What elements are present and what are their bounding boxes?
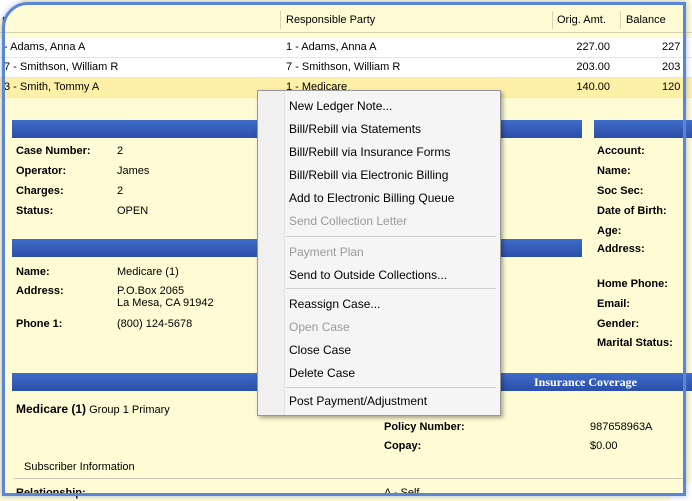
insurer-name-value: Medicare (1) <box>117 266 179 278</box>
column-divider[interactable] <box>280 11 281 29</box>
row-patient: 7 - Smithson, William R <box>4 61 119 73</box>
row-orig-amt: 140.00 <box>576 81 610 93</box>
relationship-value: A - Self <box>384 487 420 499</box>
menu-item-bill-via-electronic-billing[interactable]: Bill/Rebill via Electronic Billing <box>289 168 448 182</box>
row-orig-amt: 203.00 <box>576 61 610 73</box>
row-responsible-party: 7 - Smithson, William R <box>286 61 401 73</box>
column-header-responsible-party[interactable]: Responsible Party <box>286 14 375 26</box>
row-patient: - Adams, Anna A <box>4 41 86 53</box>
relationship-label: Relationship: <box>16 487 86 499</box>
menu-item-delete-case[interactable]: Delete Case <box>289 366 355 380</box>
account-label: Account: <box>597 145 645 157</box>
ledger-window: t Responsible Party Orig. Amt. Balance -… <box>0 0 692 501</box>
coverage-plan-detail: Group 1 Primary <box>89 404 170 416</box>
marital-status-label: Marital Status: <box>597 337 673 349</box>
charges-label: Charges: <box>16 185 64 197</box>
operator-label: Operator: <box>16 165 67 177</box>
menu-separator <box>286 236 496 237</box>
insurer-address-label: Address: <box>16 285 64 297</box>
email-label: Email: <box>597 298 631 310</box>
policy-number-label: Policy Number: <box>384 421 465 433</box>
row-balance: 203 <box>662 61 681 73</box>
menu-item-open-case: Open Case <box>289 320 350 334</box>
case-number-value: 2 <box>117 145 124 157</box>
insurer-address-line2: La Mesa, CA 91942 <box>117 297 214 309</box>
table-row[interactable]: - Adams, Anna A 1 - Adams, Anna A 227.00… <box>0 38 692 58</box>
policy-number-value: 987658963A <box>590 421 653 433</box>
column-divider[interactable] <box>620 11 621 29</box>
insurer-phone-label: Phone 1: <box>16 318 63 330</box>
menu-item-bill-via-statements[interactable]: Bill/Rebill via Statements <box>289 122 421 136</box>
context-menu: New Ledger Note... Bill/Rebill via State… <box>257 90 501 416</box>
column-header-orig-amt[interactable]: Orig. Amt. <box>557 14 606 26</box>
menu-item-payment-plan: Payment Plan <box>289 245 364 259</box>
column-header-balance[interactable]: Balance <box>626 14 666 26</box>
menu-separator <box>286 288 496 289</box>
status-label: Status: <box>16 205 54 217</box>
menu-item-close-case[interactable]: Close Case <box>289 343 351 357</box>
insurance-coverage-title: Insurance Coverage <box>534 375 637 389</box>
row-balance: 120 <box>662 81 681 93</box>
menu-item-send-to-outside-collections[interactable]: Send to Outside Collections... <box>289 268 447 282</box>
menu-icon-gutter <box>258 91 285 415</box>
copay-value: $0.00 <box>590 440 618 452</box>
subscriber-information-header: Subscriber Information <box>24 461 135 473</box>
table-row[interactable]: 7 - Smithson, William R 7 - Smithson, Wi… <box>0 58 692 78</box>
case-number-label: Case Number: <box>16 145 91 157</box>
menu-item-send-collection-letter: Send Collection Letter <box>289 214 408 228</box>
menu-item-add-to-electronic-billing-queue[interactable]: Add to Electronic Billing Queue <box>289 191 454 205</box>
patient-section-bar <box>594 120 692 138</box>
gender-label: Gender: <box>597 318 640 330</box>
menu-item-bill-via-insurance-forms[interactable]: Bill/Rebill via Insurance Forms <box>289 145 450 159</box>
coverage-plan[interactable]: Medicare (1) Group 1 Primary <box>16 402 170 416</box>
column-divider[interactable] <box>552 11 553 29</box>
copay-label: Copay: <box>384 440 422 452</box>
soc-sec-label: Soc Sec: <box>597 185 644 197</box>
insurer-name-label: Name: <box>16 266 50 278</box>
grid-header: t Responsible Party Orig. Amt. Balance <box>0 8 692 33</box>
menu-item-new-ledger-note[interactable]: New Ledger Note... <box>289 99 392 113</box>
menu-item-post-payment-adjustment[interactable]: Post Payment/Adjustment <box>289 394 427 408</box>
age-label: Age: <box>597 225 622 237</box>
row-responsible-party: 1 - Adams, Anna A <box>286 41 377 53</box>
row-orig-amt: 227.00 <box>576 41 610 53</box>
home-phone-label: Home Phone: <box>597 278 668 290</box>
dob-label: Date of Birth: <box>597 205 667 217</box>
status-value: OPEN <box>117 205 149 217</box>
menu-separator <box>286 387 496 388</box>
column-header-patient[interactable]: t <box>2 14 5 26</box>
charges-value: 2 <box>117 185 124 197</box>
operator-value: James <box>117 165 150 177</box>
insurer-phone-value: (800) 124-5678 <box>117 318 193 330</box>
patient-name-label: Name: <box>597 165 631 177</box>
row-balance: 227 <box>662 41 681 53</box>
row-patient: 3 - Smith, Tommy A <box>4 81 100 93</box>
divider <box>14 478 684 479</box>
menu-item-reassign-case[interactable]: Reassign Case... <box>289 297 380 311</box>
patient-address-label: Address: <box>597 243 645 255</box>
coverage-plan-name: Medicare (1) <box>16 402 87 416</box>
insurer-address-line1: P.O.Box 2065 <box>117 285 185 297</box>
